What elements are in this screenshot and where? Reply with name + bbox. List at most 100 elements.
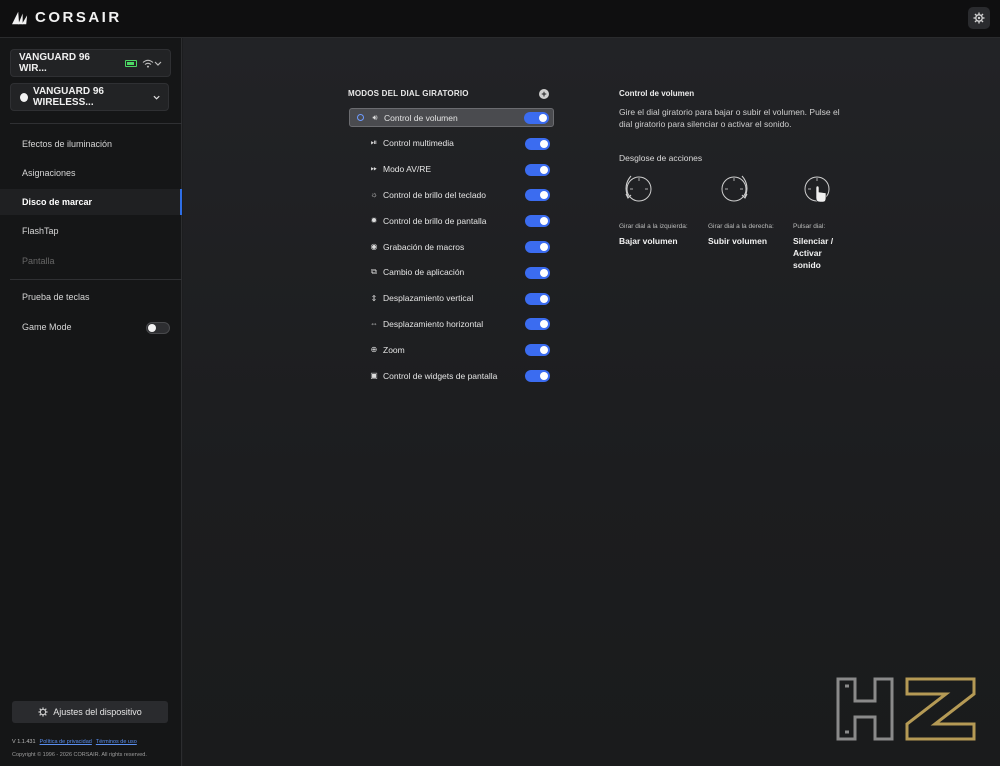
sidebar-item-label: Efectos de iluminación [22, 139, 113, 149]
mode-row[interactable]: ⏯︎ Control multimedia [349, 134, 554, 153]
sidebar-divider [10, 123, 182, 124]
mode-row[interactable]: ◉ Grabación de macros [349, 237, 554, 256]
device-selector-primary[interactable]: VANGUARD 96 WIR... [10, 49, 171, 77]
breakdown-title: Desglose de acciones [619, 153, 703, 163]
screen-brightness-icon: ✹ [370, 216, 378, 226]
mode-toggle[interactable] [525, 370, 550, 382]
mode-toggle[interactable] [525, 163, 550, 176]
device-color-dot [20, 92, 29, 102]
app-settings-button[interactable] [968, 7, 990, 29]
detail-title: Control de volumen [619, 89, 695, 98]
mode-label: Modo AV/RE [383, 164, 432, 175]
mode-row[interactable]: 🔊︎ Control de volumen [349, 108, 554, 127]
mode-toggle[interactable] [525, 137, 550, 150]
sidebar-item-dial[interactable]: Disco de marcar [0, 189, 182, 215]
modes-section-title: MODOS DEL DIAL GIRATORIO [348, 89, 469, 98]
gear-icon [38, 707, 48, 717]
mode-row[interactable]: ⏩︎ Modo AV/RE [349, 160, 554, 179]
sidebar-item-lighting[interactable]: Efectos de iluminación [0, 131, 182, 157]
keyboard-brightness-icon: ☼ [370, 190, 378, 200]
mode-toggle[interactable] [525, 215, 550, 228]
action-label: Pulsar dial: [793, 223, 826, 230]
volume-icon: 🔊︎ [372, 112, 378, 122]
mode-row[interactable]: ☼ Control de brillo del teclado [349, 185, 554, 204]
mode-row[interactable]: ⇕ Desplazamiento vertical [349, 289, 554, 308]
chevron-down-icon [153, 95, 160, 100]
mode-row[interactable]: ▣ Control de widgets de pantalla [349, 366, 554, 385]
press-dial-icon [804, 176, 830, 203]
rotate-left-icon [625, 175, 652, 202]
record-icon: ◉ [370, 242, 378, 251]
wifi-icon [142, 59, 154, 68]
mode-label: Desplazamiento vertical [383, 293, 474, 304]
widgets-icon: ▣ [370, 371, 378, 380]
sidebar-divider [10, 279, 182, 280]
device-selector-secondary[interactable]: VANGUARD 96 WIRELESS... [10, 83, 169, 111]
footer-links: V 1.1.431 Política de privacidad Término… [12, 739, 137, 745]
corsair-sails-icon [12, 11, 28, 24]
action-value: Subir volumen [708, 236, 768, 246]
hz-watermark-logo [836, 677, 976, 741]
fast-forward-icon: ⏩︎ [370, 164, 378, 174]
sidebar-item-screen: Pantalla [0, 248, 182, 274]
battery-icon [125, 59, 138, 67]
privacy-link[interactable]: Política de privacidad [40, 739, 92, 745]
vertical-scroll-icon: ⇕ [370, 293, 378, 303]
action-value: Silenciar / Activar sonido [793, 236, 834, 270]
sidebar-item-label: Prueba de teclas [22, 292, 90, 302]
device-settings-button[interactable]: Ajustes del dispositivo [12, 701, 168, 723]
app-switch-icon: ⧉ [371, 267, 377, 277]
sidebar-item-label: Asignaciones [22, 168, 76, 178]
brand-name: CORSAIR [35, 9, 122, 26]
mode-toggle[interactable] [525, 292, 550, 305]
detail-description: Gire el dial giratorio para bajar o subi… [619, 107, 840, 129]
device-name: VANGUARD 96 WIRELESS... [33, 86, 104, 108]
mode-toggle[interactable] [525, 189, 550, 202]
terms-link[interactable]: Términos de uso [96, 739, 137, 745]
mode-row[interactable]: ⇔ Desplazamiento horizontal [349, 314, 554, 333]
sidebar-item-key-test[interactable]: Prueba de teclas [0, 284, 182, 310]
mode-toggle[interactable] [525, 241, 550, 253]
action-label: Girar dial a la derecha: [708, 223, 774, 230]
mode-label: Control de brillo del teclado [383, 189, 487, 200]
chevron-down-icon [154, 61, 162, 66]
sidebar-item-label: Game Mode [22, 322, 72, 332]
mode-row[interactable]: ⧉ Cambio de aplicación [349, 263, 554, 282]
action-label: Girar dial a la izquierda: [619, 223, 688, 230]
mode-row[interactable]: ⊕ Zoom [349, 340, 554, 359]
device-settings-label: Ajustes del dispositivo [53, 707, 142, 717]
sidebar-item-label: Pantalla [22, 256, 55, 266]
mode-label: Control de brillo de pantalla [383, 215, 487, 226]
action-value: Bajar volumen [619, 236, 678, 246]
sidebar-item-flashtap[interactable]: FlashTap [0, 218, 182, 244]
rotate-right-icon [721, 175, 748, 202]
mode-label: Control de volumen [384, 112, 458, 123]
mode-toggle[interactable] [525, 266, 550, 279]
mode-toggle[interactable] [525, 318, 550, 331]
sidebar-item-assignments[interactable]: Asignaciones [0, 160, 182, 186]
selected-radio-icon [357, 114, 364, 121]
main-panel: MODOS DEL DIAL GIRATORIO + 🔊︎ Control de … [183, 38, 1000, 766]
add-mode-button[interactable]: + [539, 89, 549, 99]
mode-label: Desplazamiento horizontal [383, 318, 484, 329]
device-name: VANGUARD 96 WIR... [19, 52, 90, 74]
copyright-text: Copyright © 1996 - 2026 CORSAIR. All rig… [12, 752, 147, 758]
corsair-logo: CORSAIR [11, 9, 122, 26]
horizontal-scroll-icon: ⇔ [370, 319, 378, 329]
mode-toggle[interactable] [524, 112, 549, 124]
sidebar-item-label: Disco de marcar [22, 197, 93, 207]
sidebar: VANGUARD 96 WIR... VANGUARD 96 WIRELESS.… [0, 38, 182, 766]
game-mode-toggle[interactable] [146, 322, 170, 334]
mode-label: Zoom [383, 344, 405, 355]
version-label: V 1.1.431 [12, 739, 36, 745]
mode-label: Control de widgets de pantalla [383, 370, 498, 381]
zoom-icon: ⊕ [370, 345, 378, 355]
top-bar: CORSAIR [0, 0, 1000, 38]
mode-label: Control multimedia [383, 138, 454, 149]
media-icon: ⏯︎ [370, 138, 378, 148]
mode-toggle[interactable] [525, 344, 550, 357]
gear-icon [973, 12, 985, 24]
mode-label: Cambio de aplicación [383, 267, 465, 278]
sidebar-item-label: FlashTap [22, 226, 59, 236]
mode-row[interactable]: ✹ Control de brillo de pantalla [349, 211, 554, 230]
